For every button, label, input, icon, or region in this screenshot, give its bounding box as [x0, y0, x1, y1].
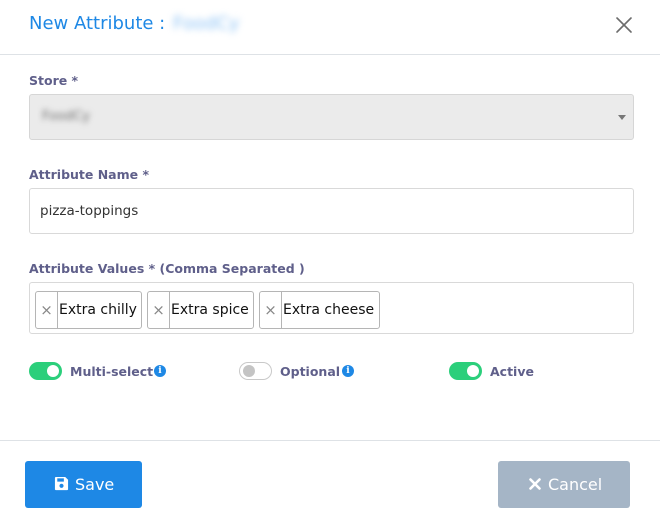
cancel-button[interactable]: Cancel	[498, 461, 630, 508]
toggle-knob	[467, 365, 479, 377]
close-icon	[616, 17, 632, 33]
chevron-down-icon	[618, 115, 626, 120]
store-label: Store *	[29, 73, 79, 88]
modal-title-text: New Attribute :	[29, 13, 171, 34]
attribute-values-label: Attribute Values * (Comma Separated )	[29, 261, 305, 276]
toggle-knob	[47, 365, 59, 377]
floppy-disk-icon	[54, 476, 69, 491]
tag-label: Extra chilly	[59, 302, 137, 318]
active-toggle[interactable]	[449, 362, 482, 380]
tag-remove-icon[interactable]: ×	[148, 292, 170, 328]
attribute-name-input[interactable]	[29, 188, 634, 234]
save-button[interactable]: Save	[25, 461, 142, 508]
store-select-value: FoodCy	[42, 109, 90, 124]
optional-toggle[interactable]	[239, 362, 272, 380]
tag-chip: × Extra cheese	[259, 291, 380, 329]
info-icon[interactable]: i	[154, 365, 166, 377]
close-button[interactable]	[612, 13, 636, 37]
attribute-values-tag-input[interactable]: × Extra chilly × Extra spice × Extra che…	[29, 282, 634, 334]
info-icon[interactable]: i	[342, 365, 354, 377]
tag-remove-icon[interactable]: ×	[36, 292, 58, 328]
multi-select-label: Multi-select	[70, 364, 154, 379]
tag-label: Extra spice	[171, 302, 249, 318]
tag-chip: × Extra spice	[147, 291, 254, 329]
optional-label: Optional	[280, 364, 341, 379]
save-button-label: Save	[75, 475, 115, 494]
modal-title-store-name: FoodCy	[172, 13, 240, 34]
modal-title: New Attribute : FoodCy	[29, 13, 239, 34]
attribute-name-label: Attribute Name *	[29, 167, 150, 182]
cancel-button-label: Cancel	[548, 475, 603, 494]
tag-chip: × Extra chilly	[35, 291, 142, 329]
store-select[interactable]: FoodCy	[29, 94, 634, 140]
active-label: Active	[490, 364, 534, 379]
tag-label: Extra cheese	[283, 302, 375, 318]
multi-select-toggle[interactable]	[29, 362, 62, 380]
new-attribute-modal: New Attribute : FoodCy Store * FoodCy At…	[0, 0, 660, 518]
toggle-knob	[243, 365, 255, 377]
tag-remove-icon[interactable]: ×	[260, 292, 282, 328]
modal-header: New Attribute : FoodCy	[0, 0, 660, 55]
x-icon	[529, 478, 541, 490]
